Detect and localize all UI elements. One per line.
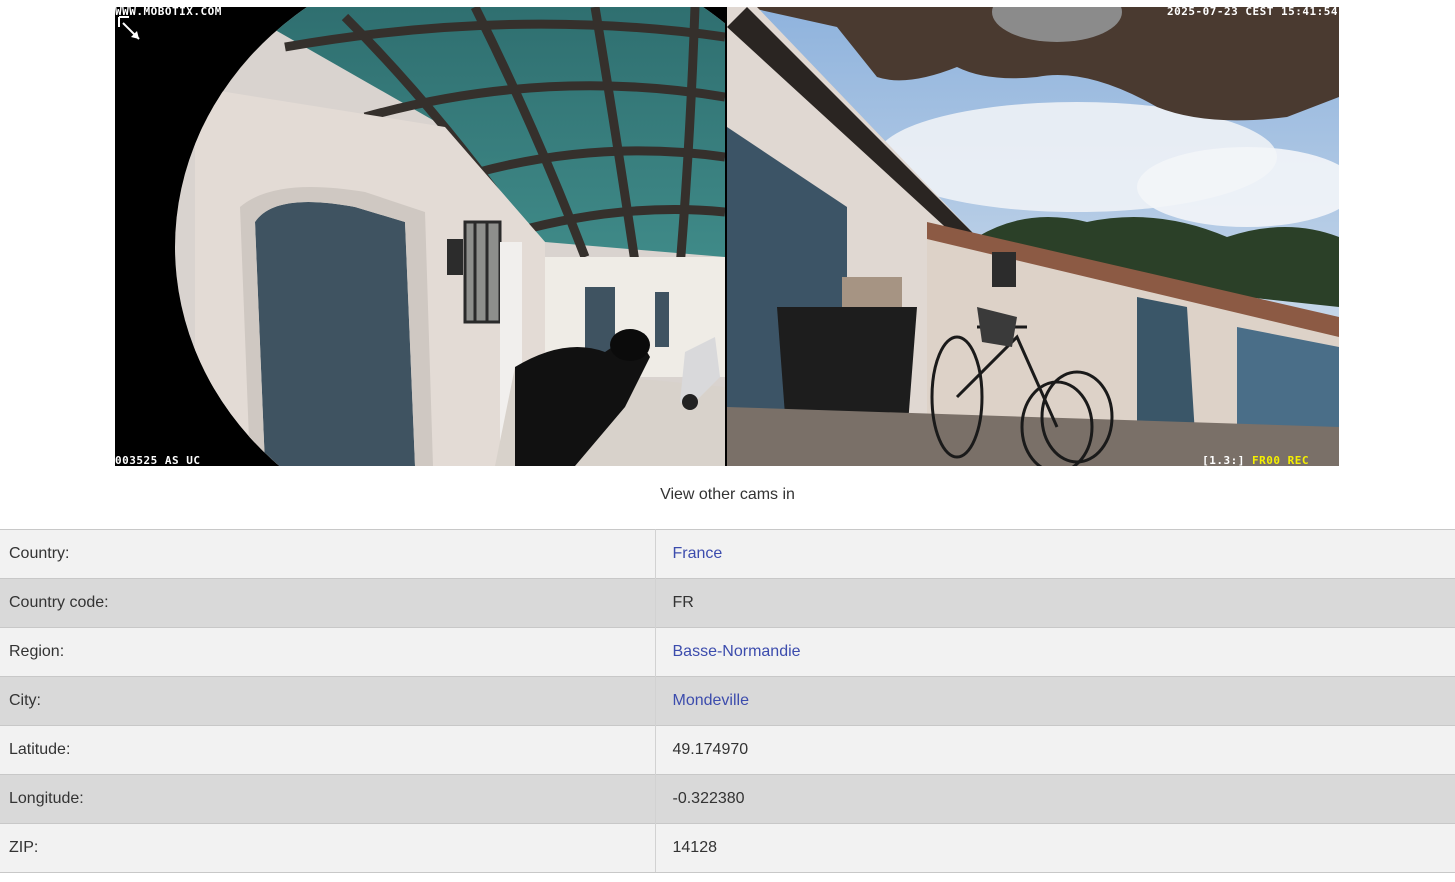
row-value-link[interactable]: Mondeville [673,692,749,709]
row-label: Country: [0,529,656,579]
table-row: City: Mondeville [0,676,1455,726]
camera-brand-overlay: WWW.MOBOTIX.COM [115,7,222,18]
row-value-cell: 14128 [655,823,1455,873]
camera-status-overlay: [1.3:] FR00 REC [1202,455,1309,466]
camera-status-prefix: [1.3:] [1202,454,1245,466]
webcam-image[interactable]: WWW.MOBOTIX.COM 003525 AS UC 2025-07-23 … [115,7,1339,466]
camera-timestamp-overlay: 2025-07-23 CEST 15:41:54 [1167,7,1338,18]
camera-id-overlay: 003525 AS UC [115,454,201,466]
camera-left-picture [115,7,725,466]
row-value-cell: FR [655,578,1455,628]
row-label: Longitude: [0,774,656,824]
row-value-link[interactable]: Basse-Normandie [673,643,801,660]
row-value: 14128 [672,839,718,856]
row-value-cell: -0.322380 [655,774,1455,824]
table-row: ZIP: 14128 [0,823,1455,873]
row-value: -0.322380 [672,790,745,807]
row-label: Region: [0,627,656,677]
page: WWW.MOBOTIX.COM 003525 AS UC 2025-07-23 … [0,0,1455,882]
row-label: City: [0,676,656,726]
row-value-cell: France [655,529,1455,579]
camera-info-table: Country: France Country code: FR Region: Bass… [0,529,1455,873]
camera-view-right: 2025-07-23 CEST 15:41:54 [1.3:] FR00 REC [727,7,1339,466]
row-label: Latitude: [0,725,656,775]
table-row: Latitude: 49.174970 [0,725,1455,775]
row-value-cell: 49.174970 [655,725,1455,775]
view-other-cams-caption: View other cams in [660,486,795,503]
table-row: Country: France [0,529,1455,579]
camera-view-left: WWW.MOBOTIX.COM 003525 AS UC [115,7,725,466]
row-value: 49.174970 [672,741,749,758]
row-value-cell: Mondeville [655,676,1455,726]
row-label: ZIP: [0,823,656,873]
table-row: Region: Basse-Normandie [0,627,1455,677]
table-row: Longitude: -0.322380 [0,774,1455,824]
row-value-link[interactable]: France [673,545,723,562]
table-row: Country code: FR [0,578,1455,628]
camera-right-picture [727,7,1339,466]
camera-rec-status: FR00 REC [1252,454,1309,466]
row-value-cell: Basse-Normandie [655,627,1455,677]
row-value: FR [672,594,694,611]
cursor-arrow-icon [118,16,140,40]
row-label: Country code: [0,578,656,628]
